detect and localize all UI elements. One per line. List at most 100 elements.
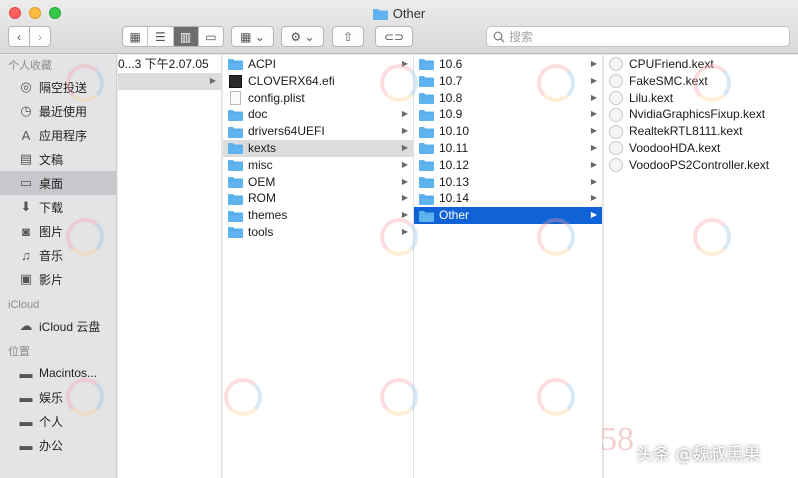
col3-row[interactable]: 10.14 ▶	[414, 190, 602, 207]
row-label: OEM	[248, 174, 276, 189]
col3-row[interactable]: Other ▶	[414, 207, 602, 224]
cloud-icon: ☁	[19, 318, 33, 333]
desktop-icon: ▭	[19, 175, 33, 190]
gallery-view-button[interactable]: ▭	[199, 27, 223, 46]
sidebar-item-location-1[interactable]: ▬ 娱乐	[0, 385, 116, 409]
sidebar-item-favorite-8[interactable]: ▣ 影片	[0, 267, 116, 291]
folder-icon	[372, 9, 388, 20]
clock-icon: ◷	[20, 103, 32, 118]
col2-row[interactable]: CLOVERX64.efi	[223, 73, 413, 90]
sidebar-item-favorite-1[interactable]: ◷ 最近使用	[0, 99, 116, 123]
col2-row[interactable]: OEM ▶	[223, 174, 413, 191]
col2-row[interactable]: config.plist	[223, 90, 413, 107]
sidebar-item-label: 音乐	[39, 248, 64, 263]
tag-icon: ⊂⊃	[383, 29, 405, 44]
column-view-button[interactable]: ▥	[173, 27, 199, 46]
folder-icon	[419, 143, 434, 155]
sidebar-item-favorite-4[interactable]: ▭ 桌面	[0, 171, 116, 195]
disclosure-arrow-icon: ▶	[590, 75, 597, 85]
row-label: 10.13	[439, 174, 470, 189]
col4-row[interactable]: VoodooPS2Controller.kext	[604, 157, 798, 174]
sidebar-item-location-3[interactable]: ▬ 办公	[0, 433, 116, 457]
row-label: misc	[248, 157, 273, 172]
sidebar-item-favorite-6[interactable]: ◙ 图片	[0, 219, 116, 243]
folder-icon	[419, 176, 434, 188]
folder-icon	[419, 76, 434, 88]
folder-icon	[228, 176, 243, 188]
forward-button[interactable]: ›	[29, 26, 51, 47]
chevron-left-icon: ‹	[17, 29, 21, 44]
row-label: ROM	[248, 191, 276, 206]
col2-row[interactable]: drivers64UEFI ▶	[223, 123, 413, 140]
col1-row[interactable]: 0...3 下午2.07.05	[118, 56, 221, 73]
col3-row[interactable]: 10.13 ▶	[414, 174, 602, 191]
list-view-button[interactable]: ☰	[148, 27, 174, 46]
col4-row[interactable]: VoodooHDA.kext	[604, 140, 798, 157]
disk-icon: ▬	[19, 413, 33, 429]
sidebar-item-favorite-2[interactable]: A 应用程序	[0, 123, 116, 147]
folder-icon	[228, 193, 243, 205]
sidebar-heading-icloud: iCloud	[8, 299, 40, 311]
sidebar-item-label: 下载	[39, 200, 64, 215]
tag-button[interactable]: ⊂⊃	[375, 26, 413, 47]
col1-row[interactable]: ▶	[118, 72, 221, 90]
row-label: 10.6	[439, 57, 463, 71]
sidebar-item-label: 文稿	[39, 152, 64, 167]
col4-row[interactable]: CPUFriend.kext	[604, 56, 798, 73]
col3-row[interactable]: 10.7 ▶	[414, 73, 602, 90]
list-icon: ☰	[154, 29, 166, 44]
col3-row[interactable]: 10.6 ▶	[414, 56, 602, 73]
sidebar-item-favorite-7[interactable]: ♫ 音乐	[0, 243, 116, 267]
row-label: FakeSMC.kext	[629, 73, 708, 88]
search-input[interactable]	[509, 29, 769, 44]
disclosure-arrow-icon: ▶	[590, 193, 597, 203]
col4-row[interactable]: NvidiaGraphicsFixup.kext	[604, 106, 798, 123]
group-button[interactable]: ▦ ⌄	[231, 26, 274, 47]
col3-row[interactable]: 10.9 ▶	[414, 106, 602, 123]
disclosure-arrow-icon: ▶	[401, 126, 408, 136]
disk-icon: ▬	[19, 437, 33, 453]
download-icon: ⬇	[20, 199, 32, 214]
window-title-text: Other	[392, 6, 426, 21]
grid-icon: ▦	[129, 29, 141, 44]
row-label: 10.12	[439, 157, 470, 172]
sidebar-item-favorite-3[interactable]: ▤ 文稿	[0, 147, 116, 171]
col2-row[interactable]: tools ▶	[223, 224, 413, 241]
col3-row[interactable]: 10.12 ▶	[414, 157, 602, 174]
disclosure-arrow-icon: ▶	[590, 109, 597, 119]
disclosure-arrow-icon: ▶	[590, 92, 597, 102]
col2-row[interactable]: misc ▶	[223, 157, 413, 174]
col2-row[interactable]: doc ▶	[223, 106, 413, 123]
sidebar-item-location-0[interactable]: ▬ Macintos...	[0, 361, 116, 385]
col2-row[interactable]: themes ▶	[223, 207, 413, 224]
disclosure-arrow-icon: ▶	[401, 109, 408, 119]
col4-row[interactable]: Lilu.kext	[604, 90, 798, 107]
col3-row[interactable]: 10.10 ▶	[414, 123, 602, 140]
share-button[interactable]: ⇧	[332, 26, 364, 47]
col2-row[interactable]: ACPI ▶	[223, 56, 413, 73]
disclosure-arrow-icon: ▶	[401, 159, 408, 169]
action-button[interactable]: ⚙ ⌄	[281, 26, 324, 47]
gear-icon: ⚙ ⌄	[290, 29, 315, 44]
sidebar-item-label: 办公	[39, 438, 64, 453]
folder-icon	[228, 109, 243, 121]
col2-row[interactable]: ROM ▶	[223, 190, 413, 207]
back-button[interactable]: ‹	[8, 26, 30, 47]
col4-row[interactable]: FakeSMC.kext	[604, 73, 798, 90]
sidebar-item-icloud-0[interactable]: ☁ iCloud 云盘	[0, 314, 116, 338]
columns-icon: ▥	[179, 29, 192, 44]
disclosure-arrow-icon: ▶	[590, 59, 597, 68]
folder-icon	[228, 227, 243, 239]
music-icon: ♫	[21, 247, 31, 263]
sidebar-item-favorite-0[interactable]: ◎ 隔空投送	[0, 75, 116, 99]
col3-row[interactable]: 10.11 ▶	[414, 140, 602, 157]
col3-row[interactable]: 10.8 ▶	[414, 90, 602, 107]
search-field[interactable]	[486, 26, 790, 47]
col4-row[interactable]: RealtekRTL8111.kext	[604, 123, 798, 140]
sidebar-item-label: Macintos...	[39, 366, 98, 380]
sidebar-item-favorite-5[interactable]: ⬇ 下载	[0, 195, 116, 219]
sidebar-item-location-2[interactable]: ▬ 个人	[0, 409, 116, 433]
icon-view-button[interactable]: ▦	[123, 27, 149, 46]
col2-row[interactable]: kexts ▶	[223, 139, 413, 157]
row-label: tools	[248, 224, 274, 239]
